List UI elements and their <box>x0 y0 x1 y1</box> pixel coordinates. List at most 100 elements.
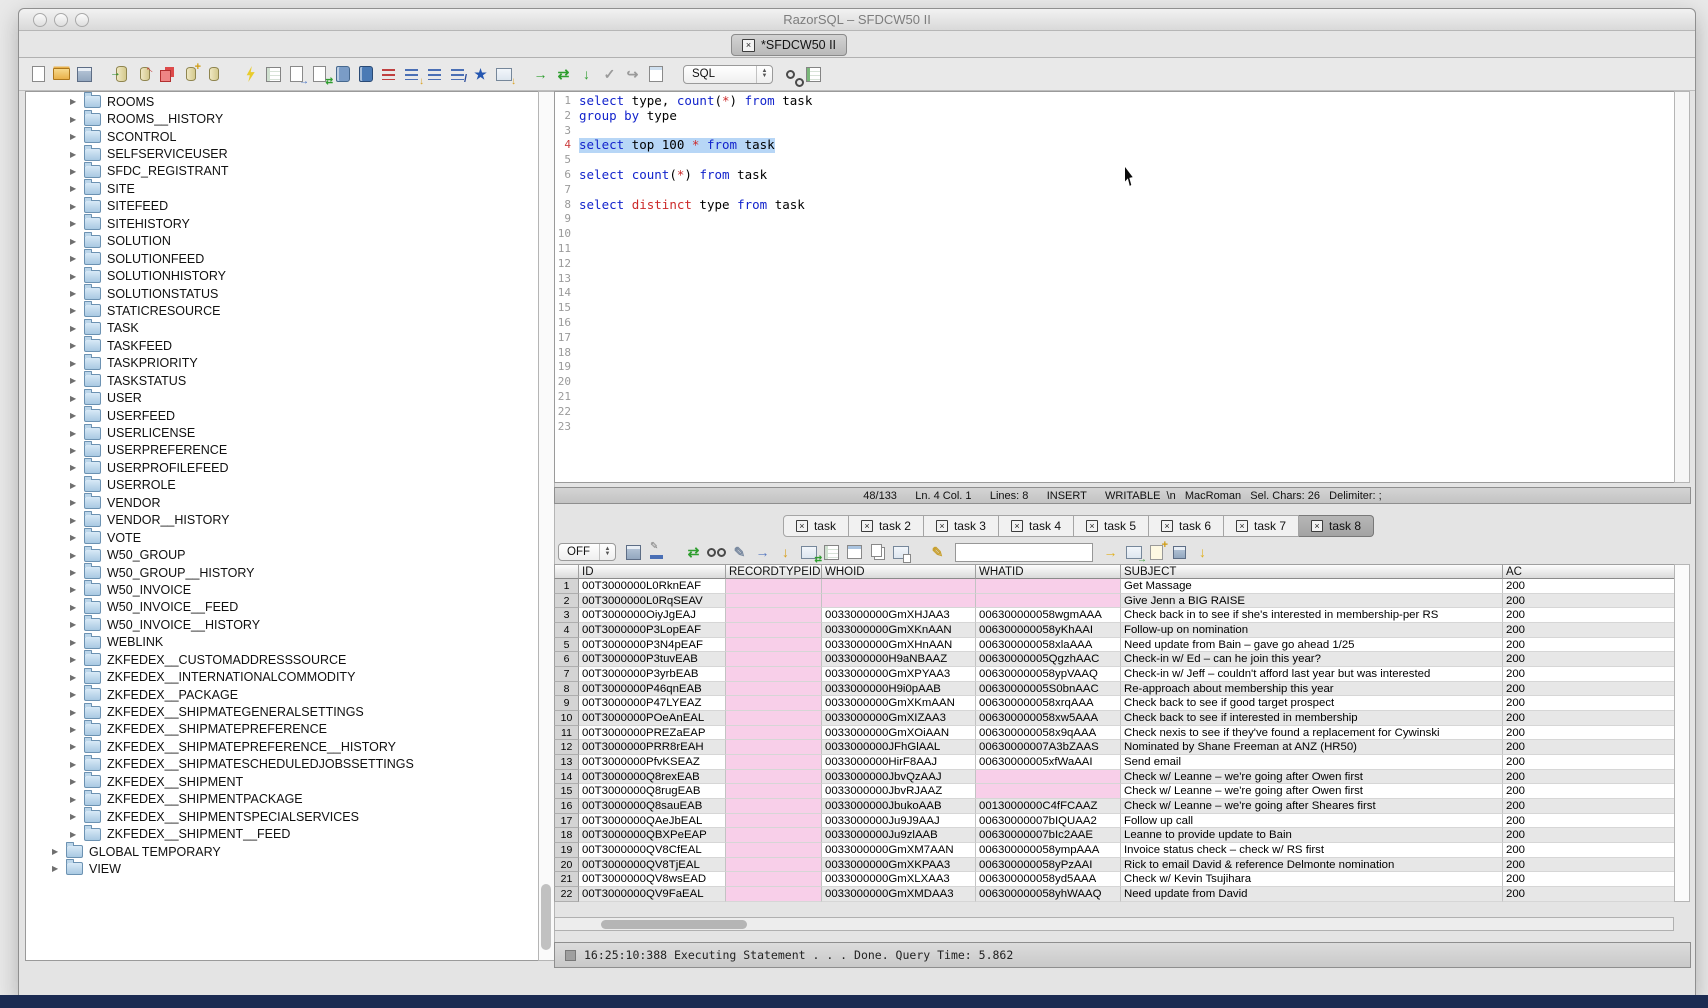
highlighter-icon[interactable]: ✎ <box>928 543 947 562</box>
tree-item-zkfedex-shipmatepreference[interactable]: ▶ZKFEDEX__SHIPMATEPREFERENCE <box>26 721 538 738</box>
disclosure-triangle-icon[interactable]: ▶ <box>70 690 82 699</box>
disclosure-triangle-icon[interactable]: ▶ <box>70 603 82 612</box>
row-number[interactable]: 8 <box>554 682 579 697</box>
table-cell[interactable]: 00T3000000QV8TjEAL <box>579 858 726 873</box>
row-number[interactable]: 21 <box>554 872 579 887</box>
disconnect-icon[interactable] <box>135 65 154 84</box>
export-page-icon[interactable] <box>287 65 306 84</box>
tree-item-zkfedex-internationalcommodity[interactable]: ▶ZKFEDEX__INTERNATIONALCOMMODITY <box>26 668 538 685</box>
table-cell[interactable]: 00T3000000Q8sauEAB <box>579 799 726 814</box>
save-grid-icon[interactable] <box>1170 543 1189 562</box>
disclosure-triangle-icon[interactable]: ▶ <box>70 708 82 717</box>
table-cell[interactable]: 200 <box>1503 726 1675 741</box>
table-cell[interactable]: Check w/ Leanne – we're going after Shea… <box>1121 799 1503 814</box>
describe-table-icon[interactable] <box>804 65 823 84</box>
table-cell[interactable] <box>726 799 822 814</box>
tree-item-userpreference[interactable]: ▶USERPREFERENCE <box>26 442 538 459</box>
disclosure-triangle-icon[interactable]: ▶ <box>70 341 82 350</box>
tree-item-taskstatus[interactable]: ▶TASKSTATUS <box>26 372 538 389</box>
table-cell[interactable]: 00630000007bIQUAA2 <box>976 814 1121 829</box>
import-table-icon[interactable] <box>494 65 513 84</box>
table-cell[interactable] <box>726 755 822 770</box>
sql-mode-select[interactable]: SQL ▲▼ <box>683 65 773 84</box>
row-number[interactable]: 16 <box>554 799 579 814</box>
sql-editor[interactable]: 1select type, count(*) from task2group b… <box>554 91 1675 483</box>
column-header-id[interactable]: ID <box>579 564 726 579</box>
table-cell[interactable]: 0033000000GmXLXAA3 <box>822 872 976 887</box>
tree-item-zkfedex-shipment-feed[interactable]: ▶ZKFEDEX__SHIPMENT__FEED <box>26 825 538 842</box>
disclosure-triangle-icon[interactable]: ▶ <box>70 498 82 507</box>
disclosure-triangle-icon[interactable]: ▶ <box>70 830 82 839</box>
form-view-icon[interactable] <box>845 543 864 562</box>
disclosure-triangle-icon[interactable]: ▶ <box>52 847 64 856</box>
tree-item-staticresource[interactable]: ▶STATICRESOURCE <box>26 302 538 319</box>
tree-item-w50-group[interactable]: ▶W50_GROUP <box>26 546 538 563</box>
tree-item-zkfedex-shipmatepreference-history[interactable]: ▶ZKFEDEX__SHIPMATEPREFERENCE__HISTORY <box>26 738 538 755</box>
table-cell[interactable]: 0033000000GmXMDAA3 <box>822 887 976 902</box>
options-checklist-icon[interactable] <box>264 65 283 84</box>
row-number[interactable]: 15 <box>554 784 579 799</box>
disclosure-triangle-icon[interactable]: ▶ <box>70 742 82 751</box>
copy-connection-icon[interactable] <box>158 65 177 84</box>
table-cell[interactable]: Rick to email David & reference Delmonte… <box>1121 858 1503 873</box>
table-cell[interactable] <box>726 652 822 667</box>
connect-icon[interactable] <box>112 65 131 84</box>
table-cell[interactable]: 006300000058xw5AAA <box>976 711 1121 726</box>
table-cell[interactable]: 00T3000000QBXPeEAP <box>579 828 726 843</box>
table-cell[interactable]: 006300000058ympAAA <box>976 843 1121 858</box>
tree-item-solutionhistory[interactable]: ▶SOLUTIONHISTORY <box>26 267 538 284</box>
download-icon[interactable]: ↓ <box>1193 543 1212 562</box>
database-browser-panel[interactable]: ▶ROOMS▶ROOMS__HISTORY▶SCONTROL▶SELFSERVI… <box>25 91 539 961</box>
tree-item-zkfedex-shipmentspecialservices[interactable]: ▶ZKFEDEX__SHIPMENTSPECIALSERVICES <box>26 808 538 825</box>
table-cell[interactable]: 200 <box>1503 858 1675 873</box>
table-cell[interactable] <box>976 579 1121 594</box>
column-header-ac[interactable]: AC <box>1503 564 1675 579</box>
table-cell[interactable] <box>726 784 822 799</box>
column-header-subject[interactable]: SUBJECT <box>1121 564 1503 579</box>
tree-item-zkfedex-shipmentpackage[interactable]: ▶ZKFEDEX__SHIPMENTPACKAGE <box>26 791 538 808</box>
results-tab-task-7[interactable]: ×task 7 <box>1224 515 1299 537</box>
tree-item-taskfeed[interactable]: ▶TASKFEED <box>26 337 538 354</box>
table-cell[interactable]: 0033000000JbvRJAAZ <box>822 784 976 799</box>
disclosure-triangle-icon[interactable]: ▶ <box>70 219 82 228</box>
disclosure-triangle-icon[interactable]: ▶ <box>70 115 82 124</box>
table-cell[interactable] <box>822 594 976 609</box>
table-cell[interactable]: 006300000058wgmAAA <box>976 608 1121 623</box>
table-cell[interactable]: 200 <box>1503 638 1675 653</box>
row-number[interactable]: 6 <box>554 652 579 667</box>
table-cell[interactable]: Need update from Bain – gave go ahead 1/… <box>1121 638 1503 653</box>
swap-statements-icon[interactable]: ⇄ <box>554 65 573 84</box>
row-number[interactable]: 10 <box>554 711 579 726</box>
row-number-header[interactable] <box>554 564 579 579</box>
table-cell[interactable]: Check-in w/ Ed – can he join this year? <box>1121 652 1503 667</box>
close-tab-icon[interactable]: × <box>936 520 948 532</box>
editor-scrollbar[interactable] <box>1674 91 1690 483</box>
table-cell[interactable]: 006300000058yd5AAA <box>976 872 1121 887</box>
row-number[interactable]: 7 <box>554 667 579 682</box>
table-cell[interactable]: 00T3000000Q8rugEAB <box>579 784 726 799</box>
table-cell[interactable] <box>726 740 822 755</box>
table-cell[interactable]: 0033000000Ju9J9AAJ <box>822 814 976 829</box>
row-number[interactable]: 9 <box>554 696 579 711</box>
title-bar[interactable]: RazorSQL – SFDCW50 II <box>19 9 1695 31</box>
tree-item-w50-invoice-history[interactable]: ▶W50_INVOICE__HISTORY <box>26 616 538 633</box>
table-cell[interactable]: 200 <box>1503 828 1675 843</box>
table-cell[interactable]: 0033000000JbukoAAB <box>822 799 976 814</box>
disclosure-triangle-icon[interactable]: ▶ <box>70 324 82 333</box>
tree-item-zkfedex-customaddresssource[interactable]: ▶ZKFEDEX__CUSTOMADDRESSSOURCE <box>26 651 538 668</box>
table-cell[interactable]: 00T3000000QV8CfEAL <box>579 843 726 858</box>
disclosure-triangle-icon[interactable]: ▶ <box>70 446 82 455</box>
table-cell[interactable]: 00T3000000POeAnEAL <box>579 711 726 726</box>
disclosure-triangle-icon[interactable]: ▶ <box>70 551 82 560</box>
row-number[interactable]: 12 <box>554 740 579 755</box>
execute-sql-icon[interactable] <box>241 65 260 84</box>
table-cell[interactable]: Check w/ Leanne – we're going after Owen… <box>1121 784 1503 799</box>
table-cell[interactable]: 200 <box>1503 755 1675 770</box>
stepper-icon[interactable]: ▲▼ <box>599 544 615 560</box>
close-tab-icon[interactable]: × <box>1086 520 1098 532</box>
disclosure-triangle-icon[interactable]: ▶ <box>70 306 82 315</box>
results-tab-task-5[interactable]: ×task 5 <box>1074 515 1149 537</box>
table-cell[interactable] <box>726 682 822 697</box>
go-forward-icon[interactable]: → <box>531 65 550 84</box>
disclosure-triangle-icon[interactable]: ▶ <box>70 795 82 804</box>
